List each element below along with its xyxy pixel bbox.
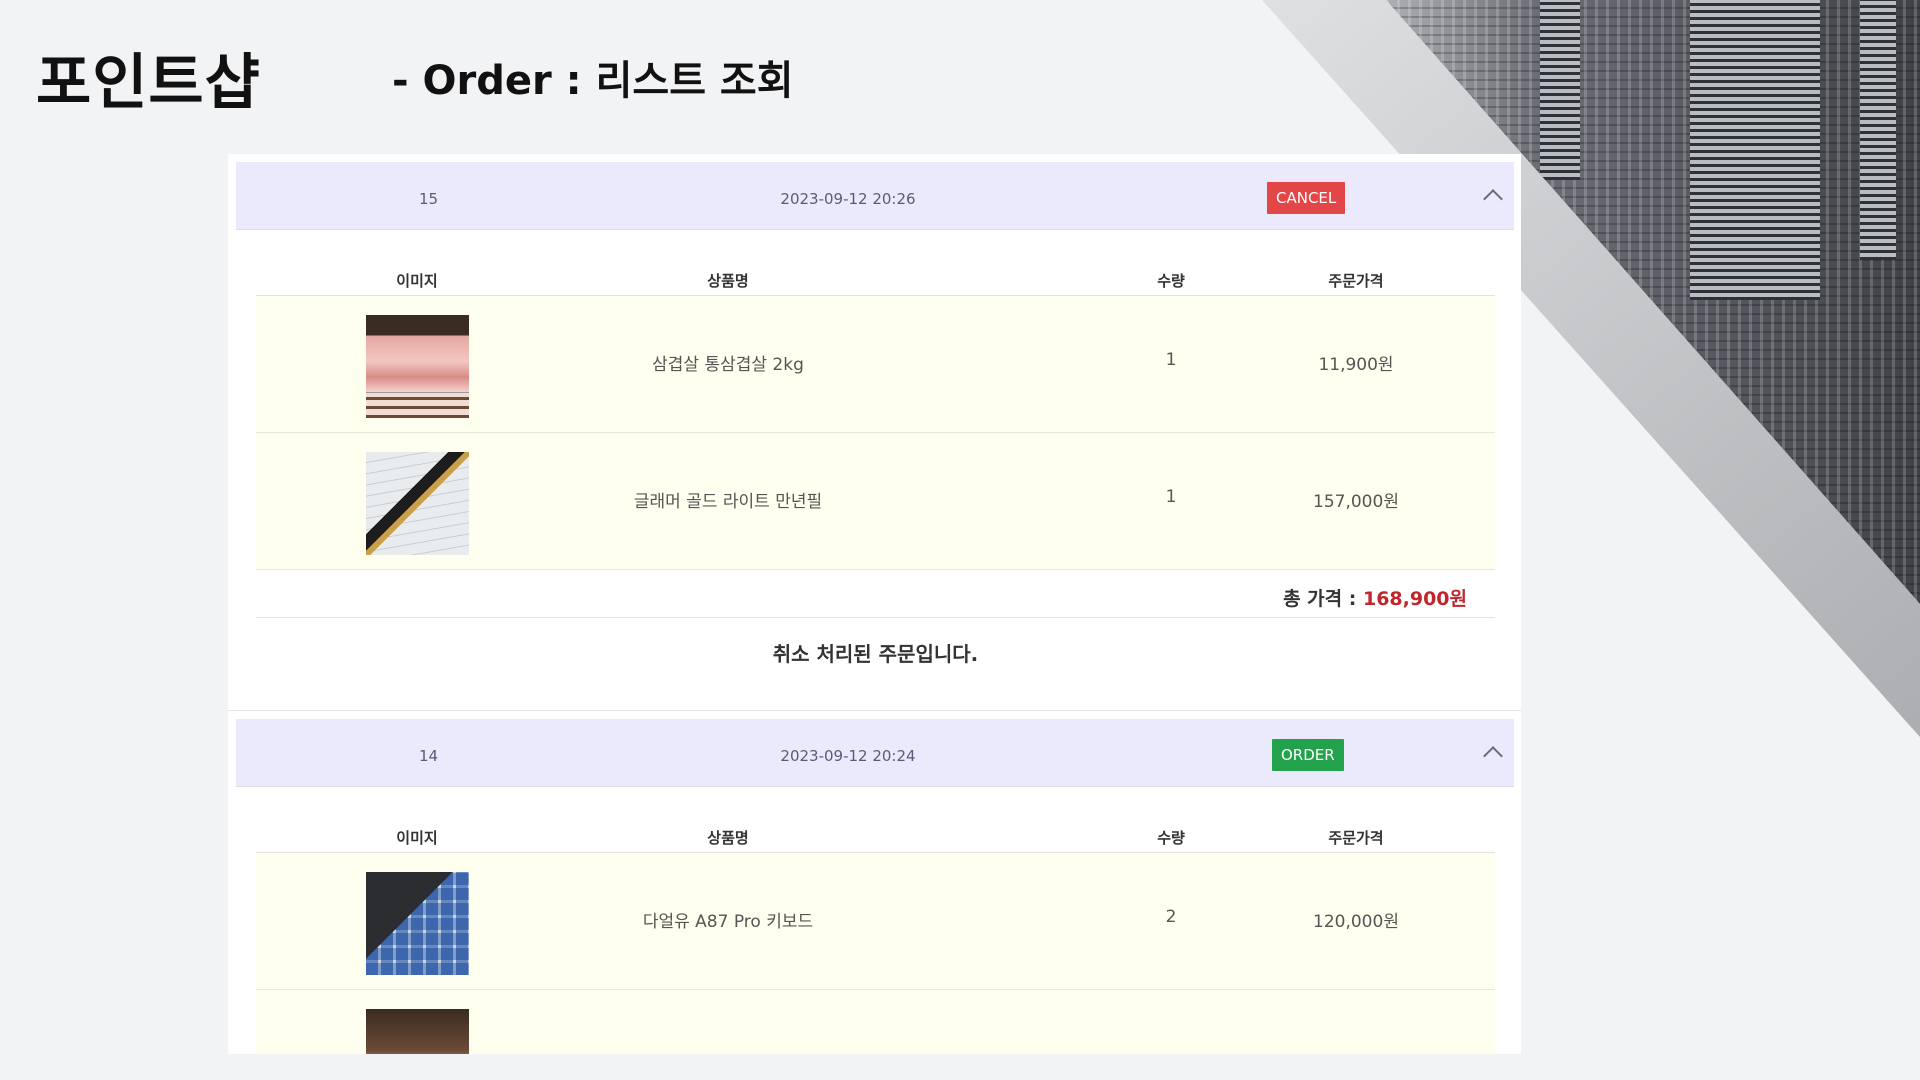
product-price: 157,000원	[1313, 492, 1399, 512]
order-card: 14 2023-09-12 20:24 ORDER 이미지 상품명 수량 주문가…	[228, 719, 1521, 1054]
product-name: 삼겹살 통삼겹살 2kg	[652, 355, 804, 375]
product-qty: 1	[1165, 350, 1177, 370]
order-items-table: 이미지 상품명 수량 주문가격 다얼유 A87 Pro 키보드 2 120,00…	[256, 787, 1495, 1054]
brand-title: 포인트샵	[36, 48, 261, 118]
status-badge: CANCEL	[1267, 182, 1346, 214]
product-price: 11,900원	[1318, 355, 1394, 375]
order-header[interactable]: 14 2023-09-12 20:24 ORDER	[236, 719, 1514, 787]
skyscraper-graphic	[1540, 0, 1580, 180]
product-qty: 1	[1165, 487, 1177, 507]
order-list-panel: 15 2023-09-12 20:26 CANCEL 이미지 상품명 수량 주문…	[228, 154, 1521, 1054]
product-price: 120,000원	[1313, 912, 1399, 932]
order-items-table: 이미지 상품명 수량 주문가격 삼겹살 통삼겹살 2kg 1 11,900원 글…	[256, 230, 1495, 710]
cancel-notice: 취소 처리된 주문입니다.	[772, 642, 979, 666]
status-badge: ORDER	[1272, 739, 1344, 771]
column-header-price: 주문가격	[1328, 272, 1384, 290]
order-id: 15	[418, 190, 439, 208]
column-header-name: 상품명	[707, 829, 749, 847]
chevron-up-icon[interactable]	[1483, 189, 1503, 209]
order-date: 2023-09-12 20:24	[780, 747, 916, 765]
table-row: 글래머 골드 라이트 만년필 1 157,000원	[256, 433, 1495, 570]
order-header[interactable]: 15 2023-09-12 20:26 CANCEL	[236, 162, 1514, 230]
table-header: 이미지 상품명 수량 주문가격	[256, 787, 1495, 853]
order-date: 2023-09-12 20:26	[780, 190, 916, 208]
chevron-up-icon[interactable]	[1483, 746, 1503, 766]
slide-subtitle: - Order : 리스트 조회	[392, 58, 794, 104]
total-label: 총 가격 :	[1283, 588, 1363, 610]
column-header-qty: 수량	[1157, 829, 1185, 847]
table-header: 이미지 상품명 수량 주문가격	[256, 230, 1495, 296]
order-card: 15 2023-09-12 20:26 CANCEL 이미지 상품명 수량 주문…	[228, 162, 1521, 710]
product-image-pork-belly[interactable]	[366, 315, 469, 418]
order-total: 총 가격 : 168,900원	[256, 570, 1495, 618]
order-divider	[228, 710, 1521, 711]
order-id: 14	[418, 747, 439, 765]
product-image-keyboard[interactable]	[366, 872, 469, 975]
table-row: 삼겹살 통삼겹살 2kg 1 11,900원	[256, 296, 1495, 433]
product-image-pork-belly[interactable]	[366, 1009, 469, 1054]
skyscraper-graphic	[1860, 0, 1896, 260]
column-header-image: 이미지	[396, 272, 438, 290]
skyscraper-graphic	[1690, 0, 1820, 300]
table-row: 다얼유 A87 Pro 키보드 2 120,000원	[256, 853, 1495, 990]
table-row	[256, 990, 1495, 1054]
product-image-fountain-pen[interactable]	[366, 452, 469, 555]
product-qty: 2	[1165, 907, 1177, 927]
product-name: 글래머 골드 라이트 만년필	[633, 492, 823, 512]
column-header-price: 주문가격	[1328, 829, 1384, 847]
column-header-name: 상품명	[707, 272, 749, 290]
product-name: 다얼유 A87 Pro 키보드	[642, 912, 814, 932]
column-header-qty: 수량	[1157, 272, 1185, 290]
total-amount: 168,900원	[1362, 588, 1467, 610]
column-header-image: 이미지	[396, 829, 438, 847]
